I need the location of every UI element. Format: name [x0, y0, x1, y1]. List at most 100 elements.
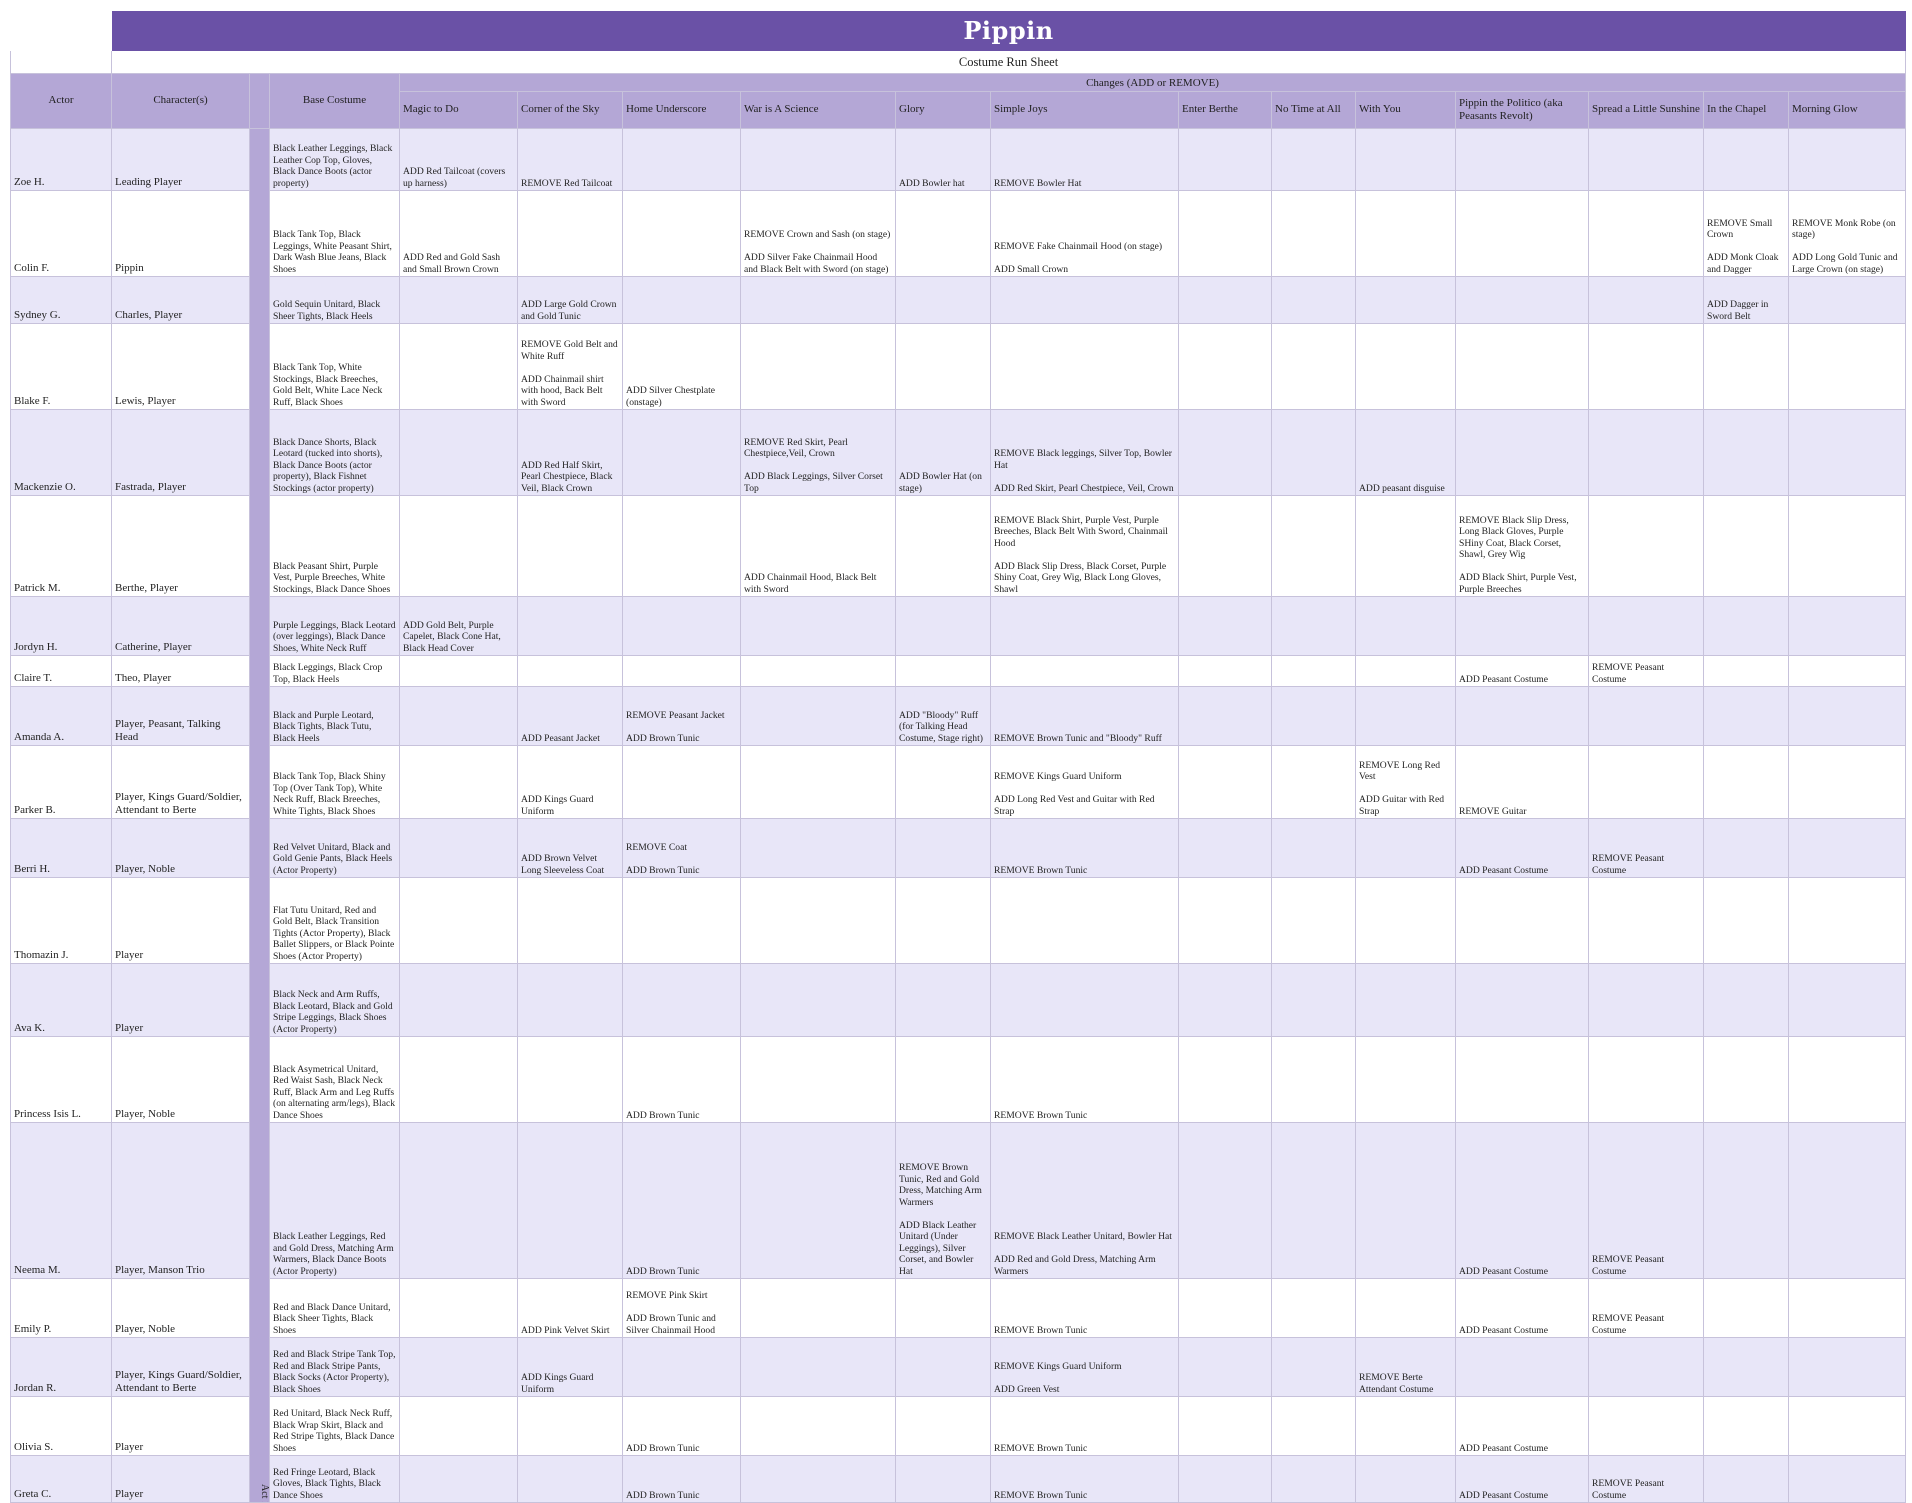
change-cell: REMOVE Brown Tunic	[990, 1396, 1179, 1456]
change-cell: REMOVE Brown Tunic, Red and Gold Dress, …	[895, 1122, 991, 1279]
character-cell: Player, Noble	[111, 1036, 250, 1123]
change-cell	[1588, 190, 1704, 277]
change-cell	[1271, 276, 1356, 324]
change-cell	[740, 1337, 896, 1397]
change-cell	[1455, 1337, 1589, 1397]
base-costume-cell: Red Fringe Leotard, Black Gloves, Black …	[269, 1455, 400, 1503]
character-cell: Pippin	[111, 190, 250, 277]
change-cell	[517, 1455, 623, 1503]
change-cell: REMOVE Black leggings, Silver Top, Bowle…	[990, 409, 1179, 496]
change-cell	[622, 276, 741, 324]
change-cell	[740, 745, 896, 819]
change-cell: ADD Peasant Costume	[1455, 1455, 1589, 1503]
change-cell	[895, 877, 991, 964]
change-cell	[517, 877, 623, 964]
change-cell	[1455, 190, 1589, 277]
change-cell	[1703, 655, 1789, 687]
actor-cell: Berri H.	[10, 818, 112, 878]
change-cell	[1787, 686, 1907, 746]
change-cell	[399, 1396, 518, 1456]
change-cell	[1178, 1455, 1272, 1503]
character-cell: Leading Player	[111, 128, 250, 191]
change-cell: ADD Peasant Costume	[1455, 1278, 1589, 1338]
change-cell	[895, 963, 991, 1037]
change-cell	[399, 1455, 518, 1503]
change-cell	[1355, 1036, 1456, 1123]
header-song: Magic to Do	[399, 91, 518, 129]
change-cell	[1588, 1396, 1704, 1456]
change-cell	[1355, 818, 1456, 878]
change-cell	[1703, 128, 1789, 191]
title-row: Pippin	[10, 11, 1907, 51]
actor-cell: Mackenzie O.	[10, 409, 112, 496]
character-cell: Berthe, Player	[111, 495, 250, 597]
table-row: Neema M. Player, Manson Trio Black Leather…	[10, 1122, 1907, 1279]
subtitle-row: Costume Run Sheet	[10, 50, 1907, 74]
character-cell: Player, Peasant, Talking Head	[111, 686, 250, 746]
change-cell	[1703, 409, 1789, 496]
change-cell	[740, 1122, 896, 1279]
change-cell	[1271, 1455, 1356, 1503]
change-cell	[1787, 655, 1907, 687]
table-row: Amanda A. Player, Peasant, Talking Head Bl…	[10, 686, 1907, 746]
header-song: With You	[1355, 91, 1456, 129]
change-cell	[399, 409, 518, 496]
change-cell	[399, 818, 518, 878]
actor-cell: Olivia S.	[10, 1396, 112, 1456]
change-cell	[1271, 1337, 1356, 1397]
actor-cell: Blake F.	[10, 323, 112, 410]
change-cell	[622, 409, 741, 496]
character-cell: Lewis, Player	[111, 323, 250, 410]
change-cell	[1787, 1455, 1907, 1503]
change-cell: ADD Bowler Hat (on stage)	[895, 409, 991, 496]
change-cell	[1787, 1036, 1907, 1123]
change-cell	[1355, 1455, 1456, 1503]
character-cell: Player, Noble	[111, 1278, 250, 1338]
change-cell	[1455, 686, 1589, 746]
character-cell: Player	[111, 963, 250, 1037]
change-cell: REMOVE Peasant Costume	[1588, 818, 1704, 878]
change-cell	[1355, 655, 1456, 687]
table-row: Zoe H. Leading Player Act 1 Black Leather L…	[10, 128, 1907, 1503]
change-cell: REMOVE Brown Tunic	[990, 1036, 1179, 1123]
change-cell	[895, 323, 991, 410]
change-cell	[895, 1455, 991, 1503]
change-cell	[1787, 963, 1907, 1037]
sheet-container: Pippin Costume Run Sheet Actor Character…	[10, 11, 1907, 1503]
change-cell	[1271, 877, 1356, 964]
change-cell	[1178, 276, 1272, 324]
change-cell	[895, 818, 991, 878]
change-cell	[1455, 1036, 1589, 1123]
change-cell	[1703, 1036, 1789, 1123]
change-cell	[1787, 818, 1907, 878]
character-cell: Player, Kings Guard/Soldier, Attendant t…	[111, 1337, 250, 1397]
change-cell	[895, 1278, 991, 1338]
change-cell: REMOVE Red Skirt, Pearl Chestpiece,Veil,…	[740, 409, 896, 496]
change-cell	[1455, 877, 1589, 964]
change-cell	[1703, 1278, 1789, 1338]
base-costume-cell: Black Peasant Shirt, Purple Vest, Purple…	[269, 495, 400, 597]
character-cell: Player	[111, 1396, 250, 1456]
change-cell: ADD Peasant Jacket	[517, 686, 623, 746]
change-cell	[1271, 323, 1356, 410]
change-cell	[1703, 323, 1789, 410]
change-cell	[1355, 1122, 1456, 1279]
change-cell	[1271, 190, 1356, 277]
change-cell: REMOVE Kings Guard Uniform ADD Green Ves…	[990, 1337, 1179, 1397]
change-cell	[517, 963, 623, 1037]
change-cell	[1178, 409, 1272, 496]
character-cell: Charles, Player	[111, 276, 250, 324]
change-cell	[1178, 596, 1272, 656]
change-cell	[1703, 686, 1789, 746]
change-cell: REMOVE Black Slip Dress, Long Black Glov…	[1455, 495, 1589, 597]
change-cell	[1455, 323, 1589, 410]
header-actor: Actor	[10, 73, 112, 129]
change-cell	[1588, 276, 1704, 324]
change-cell	[1455, 409, 1589, 496]
change-cell	[895, 495, 991, 597]
change-cell	[740, 877, 896, 964]
change-cell	[1355, 877, 1456, 964]
base-costume-cell: Black Tank Top, White Stockings, Black B…	[269, 323, 400, 410]
change-cell: ADD Peasant Costume	[1455, 1396, 1589, 1456]
change-cell	[990, 596, 1179, 656]
